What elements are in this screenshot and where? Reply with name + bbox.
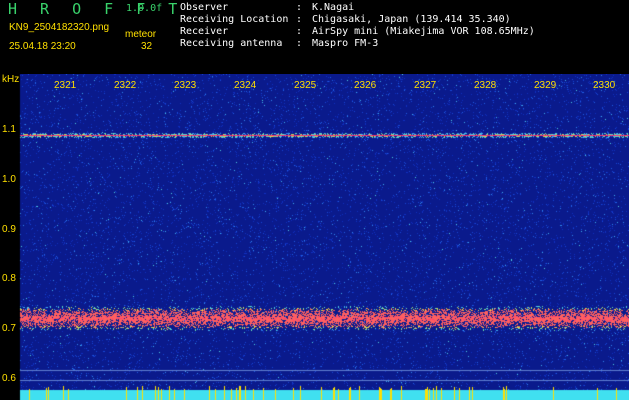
time-tick: 2323 <box>174 80 197 91</box>
time-tick: 2324 <box>234 80 257 91</box>
time-tick: 2325 <box>294 80 317 91</box>
info-row-location: Receiving Location : Chigasaki, Japan (1… <box>180 14 535 26</box>
station-info: Observer : K.Nagai Receiving Location : … <box>180 2 535 50</box>
info-value: K.Nagai <box>312 2 355 13</box>
info-label: Receiver <box>180 26 229 37</box>
freq-tick: 0.6 <box>2 373 16 384</box>
spectrogram <box>0 74 629 400</box>
time-tick: 2322 <box>114 80 137 91</box>
time-tick: 2330 <box>593 80 616 91</box>
info-separator: : <box>296 26 303 37</box>
info-label: Receiving antenna <box>180 38 283 49</box>
mode-label: meteor <box>125 29 157 40</box>
version-label: 1.0.0f <box>126 3 163 14</box>
info-value: Maspro FM-3 <box>312 38 379 49</box>
info-value: AirSpy mini (Miakejima VOR 108.65MHz) <box>312 26 535 37</box>
freq-tick: 1.1 <box>2 124 16 135</box>
freq-tick: 0.8 <box>2 273 16 284</box>
filename-label: KN9_2504182320.png <box>9 22 110 33</box>
info-value: Chigasaki, Japan (139.414 35.340) <box>312 14 511 25</box>
time-tick: 2326 <box>354 80 377 91</box>
time-tick: 2328 <box>474 80 497 91</box>
time-tick: 2327 <box>414 80 437 91</box>
freq-tick: 1.0 <box>2 174 16 185</box>
time-tick: 2321 <box>54 80 77 91</box>
info-row-observer: Observer : K.Nagai <box>180 2 535 14</box>
info-separator: : <box>296 14 303 25</box>
frequency-unit-label: kHz <box>2 74 20 85</box>
info-separator: : <box>296 38 303 49</box>
info-row-receiver: Receiver : AirSpy mini (Miakejima VOR 10… <box>180 26 535 38</box>
time-tick: 2329 <box>534 80 557 91</box>
freq-tick: 0.7 <box>2 323 16 334</box>
info-label: Observer <box>180 2 229 13</box>
info-separator: : <box>296 2 303 13</box>
freq-tick: 0.9 <box>2 224 16 235</box>
header-panel: H R O F F T 1.0.0f KN9_2504182320.png me… <box>0 0 629 74</box>
count-label: 32 <box>141 41 153 52</box>
datetime-label: 25.04.18 23:20 <box>9 41 76 52</box>
info-label: Receiving Location <box>180 14 289 25</box>
info-row-antenna: Receiving antenna : Maspro FM-3 <box>180 38 535 50</box>
